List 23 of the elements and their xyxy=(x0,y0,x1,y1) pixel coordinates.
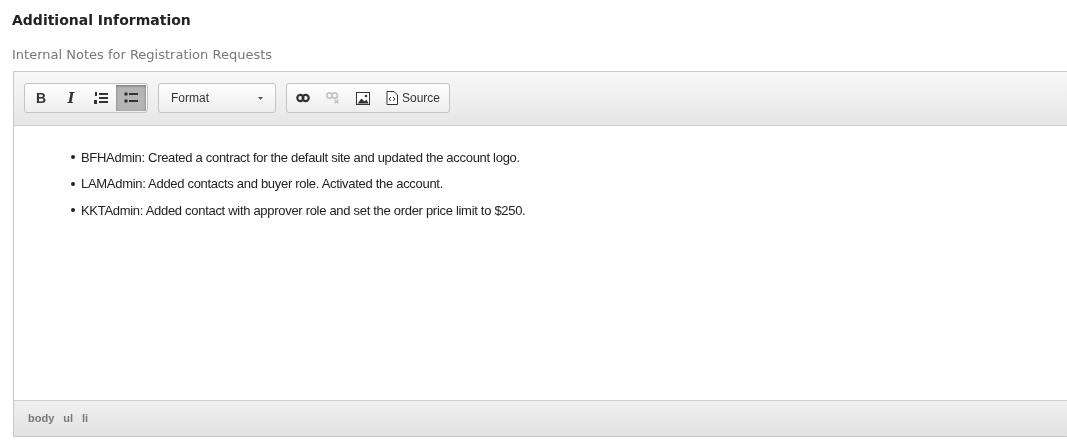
format-dropdown[interactable]: Format xyxy=(158,83,276,113)
source-button[interactable]: Source xyxy=(378,85,449,111)
list-item: KKTAdmin: Added contact with approver role and set the order price limit to $250. xyxy=(81,201,526,220)
document-icon xyxy=(386,91,398,105)
unlink-icon xyxy=(326,91,340,105)
bullet-icon xyxy=(71,208,75,213)
bullet-icon xyxy=(71,181,75,186)
image-icon xyxy=(356,91,370,105)
element-path-link[interactable]: body xyxy=(28,409,55,427)
bulleted-list-icon xyxy=(124,91,138,105)
element-path-link[interactable]: li xyxy=(82,409,89,427)
section-heading: Additional Information xyxy=(12,11,192,30)
element-path-link[interactable]: ul xyxy=(63,409,74,427)
caret-icon xyxy=(258,96,263,100)
numbered-list-icon xyxy=(94,91,108,105)
link-icon xyxy=(296,93,310,103)
list-item: LAMAdmin: Added contacts and buyer role. Activated the account. xyxy=(81,175,443,193)
bullet-icon xyxy=(71,155,75,160)
italic-button[interactable]: I xyxy=(56,85,86,111)
field-label: Internal Notes for Registration Requests xyxy=(12,46,274,64)
list-item: BFHAdmin: Created a contract for the default site and updated the account logo. xyxy=(81,148,520,167)
bulleted-list-button[interactable] xyxy=(116,85,146,111)
bold-button[interactable]: B xyxy=(26,85,56,111)
